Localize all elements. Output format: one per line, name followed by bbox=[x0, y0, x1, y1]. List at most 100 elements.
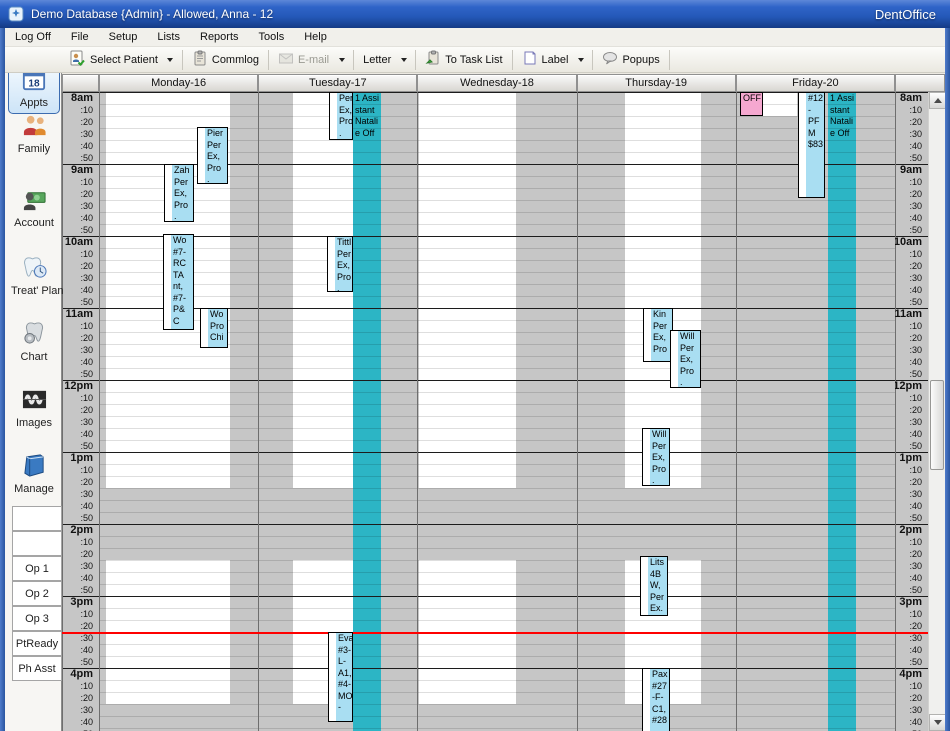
popups-icon bbox=[602, 50, 622, 69]
day-header-friday-20: Friday-20 bbox=[736, 74, 895, 92]
view-button-op-1[interactable]: Op 1 bbox=[12, 556, 62, 581]
appointment-block[interactable]: Tittl Per Ex, Pro . bbox=[327, 236, 353, 292]
scrollbar-thumb[interactable] bbox=[930, 380, 944, 470]
to-task-list-button[interactable]: To Task List bbox=[420, 49, 507, 71]
label-label: Label bbox=[542, 54, 569, 66]
letter-label: Letter bbox=[363, 54, 391, 66]
time-label-minute: :20 bbox=[62, 188, 96, 200]
app-window: Demo Database {Admin} - Allowed, Anna - … bbox=[0, 0, 950, 731]
time-label-minute: :40 bbox=[62, 356, 96, 368]
time-label-hour: 4pm bbox=[895, 668, 925, 680]
view-button-op-3[interactable]: Op 3 bbox=[12, 606, 62, 631]
menu-item-setup[interactable]: Setup bbox=[99, 29, 148, 45]
view-button-blank-0[interactable] bbox=[12, 506, 62, 531]
time-label-minute: :20 bbox=[895, 332, 925, 344]
appointment-block[interactable]: Will Per Ex, Pro . bbox=[642, 428, 670, 486]
sidebar-item-family[interactable]: Family bbox=[11, 114, 57, 155]
time-label-minute: :50 bbox=[895, 152, 925, 164]
sidebar-item-label: Account bbox=[11, 217, 57, 229]
view-button-op-2[interactable]: Op 2 bbox=[12, 581, 62, 606]
to-task-list-button-group: To Task List bbox=[420, 49, 507, 71]
e-mail-button-group: E-mail bbox=[273, 49, 349, 71]
blockout-bar[interactable]: 1 Assistant Natalie Off bbox=[353, 92, 381, 731]
view-button-ph-asst[interactable]: Ph Asst bbox=[12, 656, 62, 681]
appointment-block[interactable]: Pax #27 -F- C1, #28 bbox=[642, 668, 670, 731]
appointment-block[interactable]: #12 - PF M $83 bbox=[798, 92, 825, 198]
select-patient-button[interactable]: Select Patient bbox=[65, 49, 163, 71]
envelope-icon bbox=[278, 50, 298, 69]
off-blockout[interactable]: OFF bbox=[740, 92, 763, 116]
e-mail-label: E-mail bbox=[298, 54, 329, 66]
chart-tooth-icon bbox=[21, 321, 48, 349]
toolbar-separator bbox=[512, 50, 513, 70]
appointment-block[interactable]: Wo #7- RC TA nt, #7- P& C bbox=[163, 234, 194, 330]
time-label-minute: :40 bbox=[62, 572, 96, 584]
sidebar-item-images[interactable]: Images bbox=[11, 388, 57, 429]
commlog-button[interactable]: Commlog bbox=[187, 49, 264, 71]
menu-item-reports[interactable]: Reports bbox=[190, 29, 249, 45]
vertical-scrollbar[interactable] bbox=[928, 92, 945, 731]
letter-button-group: Letter bbox=[358, 49, 411, 71]
scroll-down-button[interactable] bbox=[929, 714, 946, 731]
toolbar-separator bbox=[415, 50, 416, 70]
time-label-hour: 2pm bbox=[895, 524, 925, 536]
view-button-ptready[interactable]: PtReady bbox=[12, 631, 62, 656]
appointment-block[interactable]: Pier Per Ex, Pro . bbox=[197, 127, 228, 184]
arrow-up-icon bbox=[934, 98, 942, 103]
time-label-minute: :50 bbox=[895, 440, 925, 452]
time-label-minute: :30 bbox=[895, 632, 925, 644]
time-label-hour: 11am bbox=[895, 308, 925, 320]
appointment-block[interactable]: Will Per Ex, Pro . bbox=[670, 330, 701, 388]
time-label-minute: :10 bbox=[895, 104, 925, 116]
appointment-block[interactable]: Kin Per Ex, Pro . bbox=[643, 308, 673, 362]
time-column-header-left bbox=[62, 74, 99, 92]
letter-button[interactable]: Letter bbox=[358, 49, 396, 71]
appointment-block[interactable]: Lits 4B W, Per Ex. bbox=[640, 556, 668, 616]
letter-dropdown[interactable] bbox=[396, 49, 411, 71]
popups-button[interactable]: Popups bbox=[597, 49, 664, 71]
time-label-minute: :30 bbox=[895, 488, 925, 500]
e-mail-button[interactable]: E-mail bbox=[273, 49, 334, 71]
appointment-block[interactable]: Wo Pro Chi bbox=[200, 308, 228, 348]
clipboard-icon bbox=[192, 50, 212, 69]
time-label-minute: :10 bbox=[895, 536, 925, 548]
appointment-block[interactable]: Per Ex, Pro . bbox=[329, 92, 353, 140]
popups-button-group: Popups bbox=[597, 49, 664, 71]
time-label-minute: :10 bbox=[62, 608, 96, 620]
toolbar: Select Patient Commlog E-mail Letter To Task… bbox=[5, 47, 945, 73]
time-column-header-right bbox=[895, 74, 945, 92]
menu-item-tools[interactable]: Tools bbox=[249, 29, 295, 45]
menu-item-log-off[interactable]: Log Off bbox=[5, 29, 61, 45]
blockout-bar[interactable]: 1 Assistant Natalie Off bbox=[828, 92, 856, 731]
time-label-hour: 4pm bbox=[62, 668, 96, 680]
time-label-minute: :30 bbox=[895, 560, 925, 572]
sidebar-item-treat-plan[interactable]: Treat' Plan bbox=[11, 256, 57, 297]
menu-item-file[interactable]: File bbox=[61, 29, 99, 45]
day-header-thursday-19: Thursday-19 bbox=[577, 74, 736, 92]
family-icon bbox=[21, 113, 48, 141]
time-label-minute: :10 bbox=[62, 320, 96, 332]
open-time-region bbox=[419, 92, 516, 488]
select-patient-dropdown[interactable] bbox=[163, 49, 178, 71]
view-button-blank-1[interactable] bbox=[12, 531, 62, 556]
time-label-minute: :30 bbox=[62, 200, 96, 212]
chevron-down-icon bbox=[167, 58, 173, 62]
menu-item-help[interactable]: Help bbox=[294, 29, 337, 45]
sidebar-item-label: Images bbox=[11, 417, 57, 429]
sidebar-item-account[interactable]: Account bbox=[11, 188, 57, 229]
scroll-up-button[interactable] bbox=[929, 92, 946, 109]
appointment-block[interactable]: Eva #3- L- A1, #4- MO - bbox=[328, 632, 353, 722]
titlebar: Demo Database {Admin} - Allowed, Anna - … bbox=[0, 0, 950, 28]
time-label-minute: :40 bbox=[62, 716, 96, 728]
appointment-block[interactable]: Zah Per Ex, Pro . bbox=[164, 164, 194, 222]
time-label-minute: :20 bbox=[895, 476, 925, 488]
select-patient-button-group: Select Patient bbox=[65, 49, 178, 71]
sidebar-item-chart[interactable]: Chart bbox=[11, 322, 57, 363]
popups-label: Popups bbox=[622, 54, 659, 66]
e-mail-dropdown[interactable] bbox=[334, 49, 349, 71]
sidebar-item-manage[interactable]: Manage bbox=[11, 454, 57, 495]
menu-item-lists[interactable]: Lists bbox=[147, 29, 190, 45]
label-dropdown[interactable] bbox=[573, 49, 588, 71]
time-label-minute: :50 bbox=[895, 296, 925, 308]
label-button[interactable]: Label bbox=[517, 49, 574, 71]
